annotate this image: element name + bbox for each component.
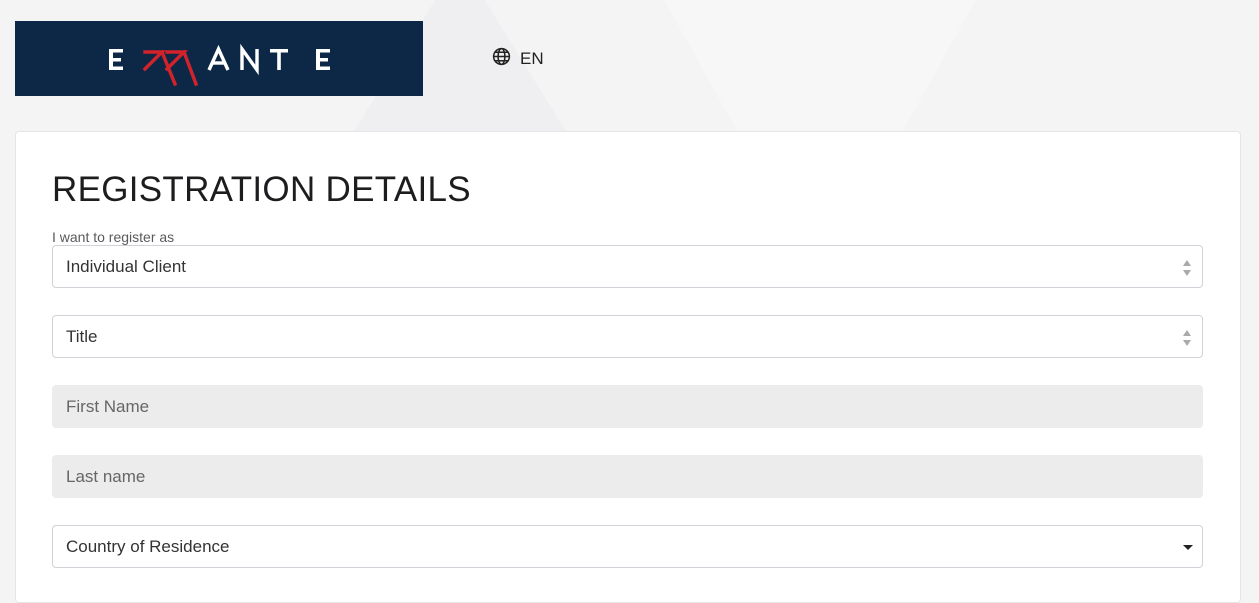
- register-as-select[interactable]: Individual Client: [52, 245, 1203, 288]
- language-label: EN: [520, 49, 544, 68]
- sort-arrows-icon: [1183, 260, 1191, 276]
- register-as-value: Individual Client: [66, 256, 187, 276]
- language-selector[interactable]: EN: [492, 47, 544, 71]
- title-select-value: Title: [66, 326, 98, 346]
- first-name-input[interactable]: First Name: [52, 385, 1203, 428]
- first-name-placeholder: First Name: [66, 396, 150, 416]
- header: [15, 21, 423, 96]
- chevron-down-icon: [1183, 545, 1193, 550]
- logo-wordmark: [109, 43, 330, 87]
- page-title: REGISTRATION DETAILS: [52, 170, 471, 209]
- register-as-label: I want to register as: [52, 229, 175, 245]
- errante-logo[interactable]: [15, 21, 423, 96]
- sort-arrows-icon: [1183, 330, 1191, 346]
- globe-icon: [492, 47, 511, 71]
- country-of-residence-select[interactable]: Country of Residence: [52, 525, 1203, 568]
- country-select-value: Country of Residence: [66, 536, 230, 556]
- title-select[interactable]: Title: [52, 315, 1203, 358]
- last-name-input[interactable]: Last name: [52, 455, 1203, 498]
- registration-form-card: REGISTRATION DETAILS I want to register …: [15, 131, 1241, 603]
- last-name-placeholder: Last name: [66, 466, 146, 486]
